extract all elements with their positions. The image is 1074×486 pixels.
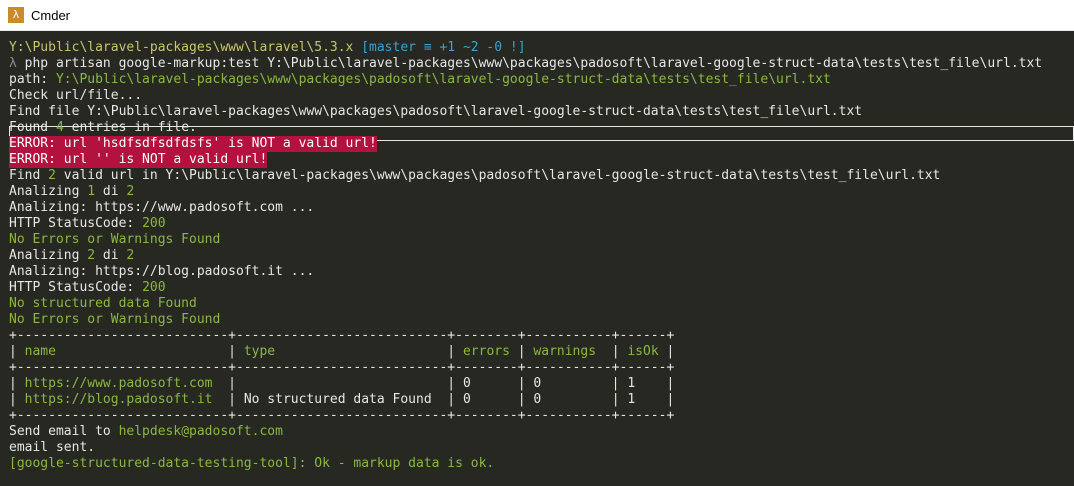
ok-line: No Errors or Warnings Found bbox=[9, 232, 221, 247]
row-name: https://www.padosoft.com bbox=[24, 376, 213, 391]
email-address: helpdesk@padosoft.com bbox=[118, 424, 283, 439]
table-row: | https://www.padosoft.com | | 0 | 0 | 1… bbox=[9, 376, 675, 391]
check-line: Check url/file... bbox=[9, 88, 143, 103]
analizing-count-line: Analizing 2 di 2 bbox=[9, 248, 135, 263]
no-structured-line: No structured data Found bbox=[9, 296, 197, 311]
table-border: +---------------------------+-----------… bbox=[9, 360, 675, 375]
command-line: λ php artisan google-markup:test Y:\Publ… bbox=[9, 56, 1042, 72]
status-line: HTTP StatusCode: 200 bbox=[9, 280, 166, 295]
error-line: ERROR: url 'hsdfsdfsdfdsfs' is NOT a val… bbox=[9, 136, 377, 152]
header-isok: isOk bbox=[627, 344, 659, 359]
row-type: No structured data Found bbox=[243, 392, 432, 407]
analizing-count-line: Analizing 1 di 2 bbox=[9, 184, 135, 199]
cmder-lambda-icon: λ bbox=[8, 7, 24, 23]
header-errors: errors bbox=[462, 344, 510, 359]
prompt-line: Y:\Public\laravel-packages\www\laravel\5… bbox=[9, 40, 526, 56]
send-email-line: Send email to helpdesk@padosoft.com bbox=[9, 424, 283, 439]
find-valid-line: Find 2 valid url in Y:\Public\laravel-pa… bbox=[9, 168, 941, 183]
lambda-icon: λ bbox=[9, 56, 17, 71]
prompt-path: Y:\Public\laravel-packages\www\laravel\5… bbox=[9, 40, 354, 55]
found-line: Found 4 entries in file. bbox=[9, 120, 197, 135]
error-line: ERROR: url '' is NOT a valid url! bbox=[9, 152, 268, 168]
git-branch-status: [master ≡ +1 ~2 -0 !] bbox=[361, 40, 526, 55]
final-status-line: [google-structured-data-testing-tool]: O… bbox=[9, 456, 495, 471]
terminal-area[interactable]: Y:\Public\laravel-packages\www\laravel\5… bbox=[0, 40, 1074, 486]
find-file-line: Find file Y:\Public\laravel-packages\www… bbox=[9, 104, 863, 119]
header-warnings: warnings bbox=[533, 344, 597, 359]
window-title: Cmder bbox=[31, 7, 71, 23]
header-name: name bbox=[24, 344, 56, 359]
path-value: Y:\Public\laravel-packages\www\packages\… bbox=[55, 72, 831, 87]
status-line: HTTP StatusCode: 200 bbox=[9, 216, 166, 231]
analizing-url-line: Analizing: https://blog.padosoft.it ... bbox=[9, 264, 315, 279]
path-line: path: Y:\Public\laravel-packages\www\pac… bbox=[9, 72, 831, 87]
table-header-row: | name | type | errors | warnings | isOk… bbox=[9, 344, 675, 359]
table-row: | https://blog.padosoft.it | No structur… bbox=[9, 392, 675, 407]
table-border: +---------------------------+-----------… bbox=[9, 408, 675, 423]
table-border: +---------------------------+-----------… bbox=[9, 328, 675, 343]
ok-line: No Errors or Warnings Found bbox=[9, 312, 221, 327]
analizing-url-line: Analizing: https://www.padosoft.com ... bbox=[9, 200, 315, 215]
title-bar: λ Cmder bbox=[0, 0, 1074, 31]
email-sent-line: email sent. bbox=[9, 440, 96, 455]
command-text: php artisan google-markup:test Y:\Public… bbox=[24, 56, 1043, 71]
header-type: type bbox=[243, 344, 276, 359]
row-name: https://blog.padosoft.it bbox=[24, 392, 213, 407]
